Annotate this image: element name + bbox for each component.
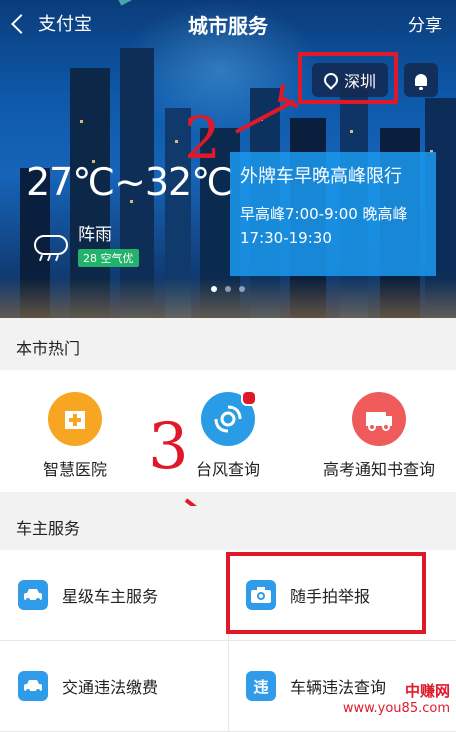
hot-services-panel: 智慧医院 台风查询 高考通知书查询	[0, 370, 456, 492]
share-button[interactable]: 分享	[408, 11, 442, 36]
service-label: 星级车主服务	[62, 587, 159, 606]
car-icon	[18, 580, 48, 610]
window-light	[350, 130, 353, 133]
weather-desc: 阵雨	[78, 225, 112, 245]
section-header-car: 车主服务	[0, 506, 456, 550]
air-quality-badge: 28 空气优	[78, 249, 139, 267]
page-title: 城市服务	[188, 14, 268, 38]
hot-item-exam-notice[interactable]: 高考通知书查询	[304, 392, 454, 480]
service-star-owner[interactable]: 星级车主服务	[0, 550, 228, 640]
carousel-indicator	[0, 286, 456, 292]
annotation-box-photo-report	[226, 552, 426, 634]
traffic-restriction-card[interactable]: 外牌车早晚高峰限行 早高峰7:00-9:00 晚高峰17:30-19:30	[230, 152, 436, 276]
typhoon-icon	[201, 390, 257, 446]
annotation-number-3: 3	[148, 410, 189, 484]
weather-summary: 阵雨 28 空气优	[28, 220, 139, 267]
carousel-dot[interactable]	[239, 286, 245, 292]
car-icon	[18, 671, 48, 701]
bell-icon	[415, 74, 427, 90]
service-traffic-fine-payment[interactable]: 交通违法缴费	[0, 641, 228, 731]
traffic-detail: 早高峰7:00-9:00 晚高峰17:30-19:30	[240, 205, 408, 247]
rain-cloud-icon	[28, 231, 68, 261]
carousel-dot[interactable]	[225, 286, 231, 292]
section-header-hot: 本市热门	[0, 326, 456, 370]
exam-notice-icon	[352, 392, 406, 446]
window-light	[175, 140, 178, 143]
hot-item-label: 智慧医院	[42, 460, 107, 479]
hot-item-hospital[interactable]: 智慧医院	[0, 392, 150, 480]
traffic-title: 外牌车早晚高峰限行	[240, 166, 402, 187]
annotation-box-city	[298, 52, 398, 104]
window-light	[80, 120, 83, 123]
carousel-dot[interactable]	[211, 286, 217, 292]
watermark-line1: 中赚网	[404, 682, 450, 700]
top-nav-bar: 支付宝 城市服务 分享	[0, 0, 456, 46]
notification-button[interactable]	[404, 63, 438, 97]
temperature-range: 27℃~32℃	[26, 160, 234, 204]
hospital-icon	[48, 392, 102, 446]
service-label: 交通违法缴费	[62, 678, 159, 697]
notification-dot	[241, 390, 257, 406]
city-lights	[0, 278, 456, 318]
watermark-line2: www.you85.com	[342, 701, 450, 716]
hot-item-label: 高考通知书查询	[322, 460, 435, 479]
watermark: 中赚网 www.you85.com	[343, 680, 450, 716]
violation-icon: 违	[246, 671, 276, 701]
